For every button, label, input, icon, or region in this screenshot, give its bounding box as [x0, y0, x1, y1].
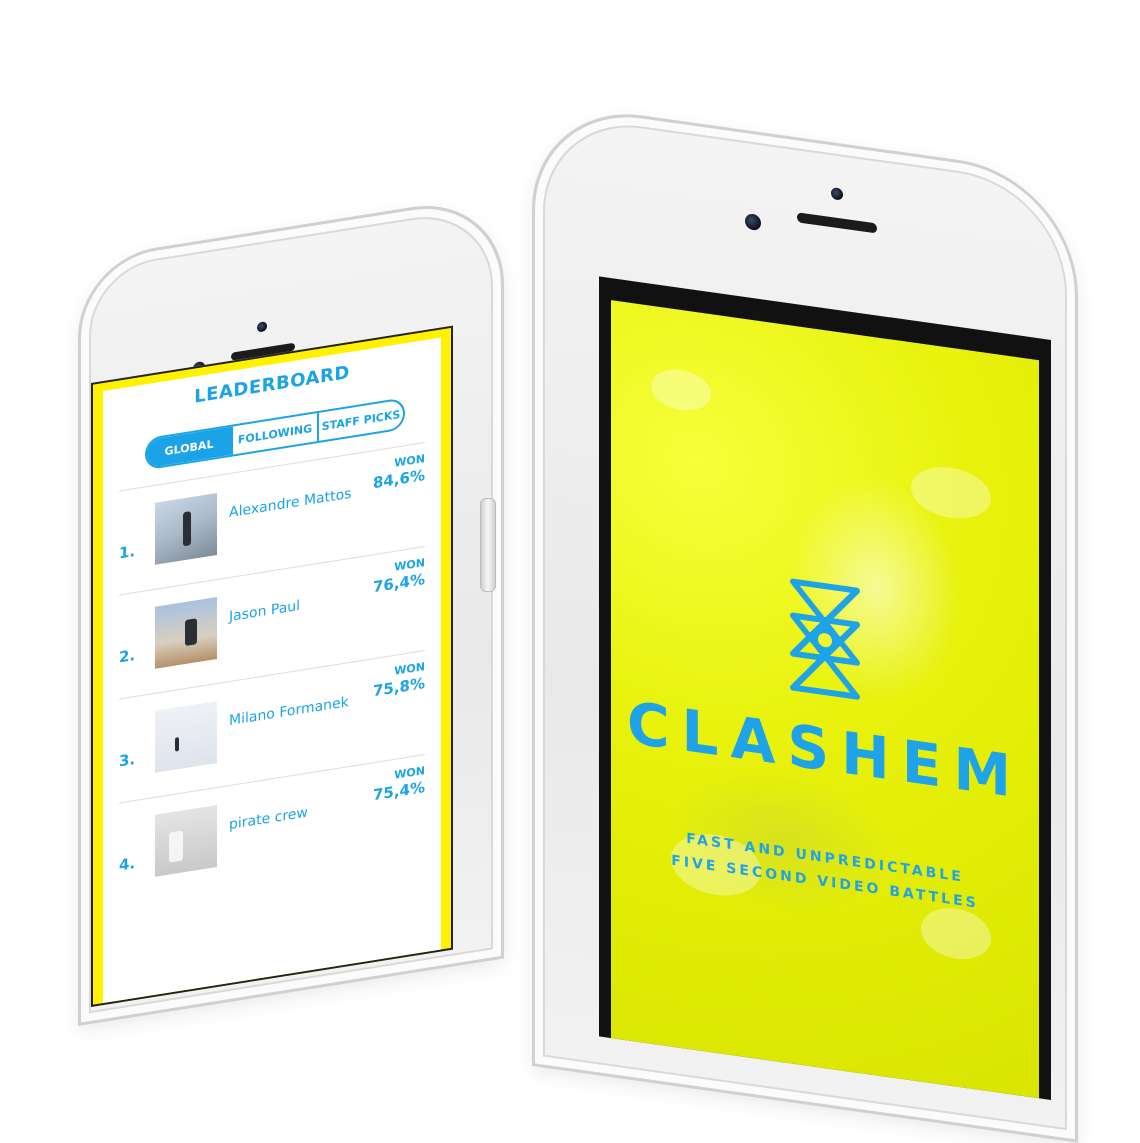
proximity-sensor-icon	[257, 321, 267, 333]
phone-right: CLASHEM FAST AND UNPREDICTABLE FIVE SECO…	[532, 100, 1078, 1143]
player-name: Milano Formanek	[229, 694, 349, 730]
texture-speck	[651, 365, 711, 415]
avatar	[155, 492, 217, 565]
avatar	[155, 804, 217, 877]
texture-speck	[921, 903, 991, 964]
player-name: Jason Paul	[229, 597, 301, 626]
texture-speck	[911, 462, 991, 524]
front-camera-icon	[745, 212, 761, 232]
clashem-logo-icon	[790, 578, 860, 700]
rank-number: 3.	[119, 749, 136, 771]
player-name: Alexandre Mattos	[229, 485, 352, 522]
won-percent: 75,8%	[372, 674, 425, 701]
splash-screen: CLASHEM FAST AND UNPREDICTABLE FIVE SECO…	[599, 276, 1051, 1100]
rank-number: 2.	[119, 645, 136, 667]
won-percent: 76,4%	[372, 570, 425, 597]
power-button[interactable]	[480, 498, 496, 592]
leaderboard-panel: LEADERBOARD GLOBAL FOLLOWING STAFF PICKS…	[103, 337, 441, 1004]
leaderboard-screen: LEADERBOARD GLOBAL FOLLOWING STAFF PICKS…	[91, 325, 453, 1007]
avatar	[155, 700, 217, 773]
tab-following[interactable]: FOLLOWING	[231, 413, 317, 455]
earpiece-speaker	[797, 212, 877, 234]
player-name: pirate crew	[229, 804, 308, 834]
rank-number: 4.	[119, 853, 136, 875]
tab-staff-picks[interactable]: STAFF PICKS	[317, 399, 403, 442]
rank-number: 1.	[119, 541, 136, 563]
won-percent: 84,6%	[372, 466, 425, 493]
won-percent: 75,4%	[372, 778, 425, 805]
splash-background: CLASHEM FAST AND UNPREDICTABLE FIVE SECO…	[611, 300, 1039, 1099]
tab-global[interactable]: GLOBAL	[147, 426, 231, 469]
avatar	[155, 596, 217, 669]
phone-left: LEADERBOARD GLOBAL FOLLOWING STAFF PICKS…	[78, 192, 504, 1027]
proximity-sensor-icon	[831, 187, 843, 201]
